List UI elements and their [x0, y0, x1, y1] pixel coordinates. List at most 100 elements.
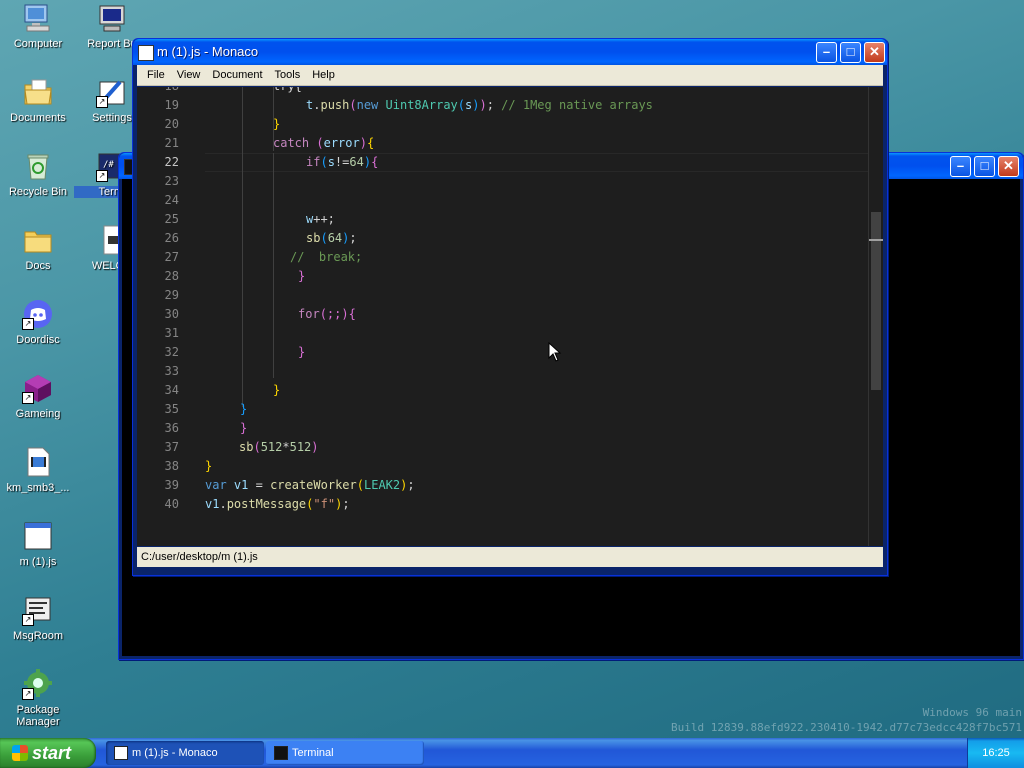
- code-text: }: [240, 402, 248, 416]
- line-number: 23: [164, 174, 179, 188]
- code-line: 37 sb(512*512): [137, 438, 869, 457]
- line-number: 33: [164, 364, 179, 378]
- line-number: 26: [164, 231, 179, 245]
- menu-view[interactable]: View: [171, 69, 207, 81]
- desktop-icon-recycle-bin[interactable]: Recycle Bin: [0, 150, 76, 198]
- code-text: }: [298, 345, 306, 359]
- folder-icon: [22, 224, 54, 256]
- desktop-icon-m1js[interactable]: m (1).js: [0, 520, 76, 568]
- close-button[interactable]: ✕: [998, 156, 1019, 177]
- line-number: 25: [164, 212, 179, 226]
- minimize-button[interactable]: –: [950, 156, 971, 177]
- taskbar-item-terminal[interactable]: Terminal: [266, 741, 424, 765]
- desktop-icon-msgroom[interactable]: ↗ MsgRoom: [0, 594, 76, 642]
- menu-bar: File View Document Tools Help: [137, 65, 883, 86]
- desktop-icon-label: MsgRoom: [12, 630, 64, 642]
- code-text: }: [205, 459, 213, 473]
- desktop-icon-label: Package Manager: [16, 704, 60, 728]
- code-line: 23: [137, 172, 869, 191]
- desktop-icon-gameing[interactable]: ↗ Gameing: [0, 372, 76, 420]
- line-number: 19: [164, 98, 179, 112]
- desktop-icon-label: Recycle Bin: [8, 186, 68, 198]
- desktop-icon-docs[interactable]: Docs: [0, 224, 76, 272]
- line-number: 22: [164, 155, 179, 169]
- editor-vertical-scrollbar[interactable]: [868, 87, 883, 546]
- menu-help[interactable]: Help: [306, 69, 341, 81]
- code-text: var v1 = createWorker(LEAK2);: [205, 478, 415, 492]
- line-number: 32: [164, 345, 179, 359]
- editor-window[interactable]: m (1).js - Monaco – □ ✕ File View Docume…: [132, 38, 888, 576]
- line-number: 20: [164, 117, 179, 131]
- report-bug-icon: [96, 2, 128, 34]
- shortcut-arrow-icon: ↗: [22, 318, 34, 330]
- code-line: 18 try{: [137, 87, 869, 96]
- svg-text:/#: /#: [103, 160, 114, 170]
- desktop-icon-package-manager[interactable]: ↗ Package Manager: [0, 668, 76, 728]
- maximize-button[interactable]: □: [840, 42, 861, 63]
- taskbar: start m (1).js - Monaco Terminal 16:25: [0, 738, 1024, 768]
- code-line: 32 }: [137, 343, 869, 362]
- line-number: 27: [164, 250, 179, 264]
- package-manager-icon: ↗: [22, 668, 54, 700]
- minimize-button[interactable]: –: [816, 42, 837, 63]
- code-text: sb(512*512): [239, 440, 319, 454]
- shortcut-arrow-icon: ↗: [96, 96, 108, 108]
- settings-icon: ↗: [96, 76, 128, 108]
- start-logo-icon: [12, 745, 28, 761]
- discord-icon: ↗: [22, 298, 54, 330]
- shortcut-arrow-icon: ↗: [22, 614, 34, 626]
- desktop-icon-doordisc[interactable]: ↗ Doordisc: [0, 298, 76, 346]
- clock[interactable]: 16:25: [982, 747, 1010, 759]
- desktop-icon-label: Docs: [25, 260, 51, 272]
- taskbar-item-editor[interactable]: m (1).js - Monaco: [106, 741, 264, 765]
- status-bar: C:/user/desktop/m (1).js: [137, 547, 883, 567]
- maximize-button[interactable]: □: [974, 156, 995, 177]
- start-label: start: [32, 743, 72, 763]
- code-line: 30 for(;;){: [137, 305, 869, 324]
- desktop-icon-documents[interactable]: Documents: [0, 76, 76, 124]
- shortcut-arrow-icon: ↗: [96, 170, 108, 182]
- code-line: 29: [137, 286, 869, 305]
- shortcut-arrow-icon: ↗: [22, 688, 34, 700]
- line-number: 36: [164, 421, 179, 435]
- menu-tools[interactable]: Tools: [269, 69, 307, 81]
- editor-window-icon: [114, 746, 128, 760]
- code-text: sb(64);: [306, 231, 357, 245]
- code-line: 39 var v1 = createWorker(LEAK2);: [137, 476, 869, 495]
- code-line: 35 }: [137, 400, 869, 419]
- file-path: C:/user/desktop/m (1).js: [141, 551, 258, 563]
- code-line: 22 if(s!=64){: [137, 153, 869, 172]
- code-editor[interactable]: 18 try{ 19 t.push(new Uint8Array(s)); //…: [137, 87, 883, 546]
- menu-file[interactable]: File: [141, 69, 171, 81]
- code-line: 24: [137, 191, 869, 210]
- line-number: 28: [164, 269, 179, 283]
- line-number: 34: [164, 383, 179, 397]
- video-file-icon: [22, 446, 54, 478]
- code-text: w++;: [306, 212, 335, 226]
- code-line: 26 sb(64);: [137, 229, 869, 248]
- desktop-icon-label: Gameing: [15, 408, 61, 420]
- desktop-icon-label: km_smb3_...: [6, 482, 70, 494]
- line-number: 24: [164, 193, 179, 207]
- code-text: v1.postMessage("f");: [205, 497, 350, 511]
- line-number: 40: [164, 497, 179, 511]
- line-number: 39: [164, 478, 179, 492]
- code-line: 21 catch (error){: [137, 134, 869, 153]
- menu-document[interactable]: Document: [206, 69, 268, 81]
- js-file-icon: [22, 520, 54, 552]
- close-button[interactable]: ✕: [864, 42, 885, 63]
- desktop-icon-label: Computer: [13, 38, 63, 50]
- desktop-icon-computer[interactable]: Computer: [0, 2, 76, 50]
- line-number: 31: [164, 326, 179, 340]
- msgroom-icon: ↗: [22, 594, 54, 626]
- code-text: }: [273, 117, 281, 131]
- code-line: 31: [137, 324, 869, 343]
- code-line: 19 t.push(new Uint8Array(s)); // 1Meg na…: [137, 96, 869, 115]
- editor-titlebar[interactable]: m (1).js - Monaco – □ ✕: [133, 39, 887, 65]
- start-button[interactable]: start: [0, 738, 96, 768]
- cursor-position-marker: [869, 239, 883, 241]
- desktop-icon-km-smb3[interactable]: km_smb3_...: [0, 446, 76, 494]
- taskbar-item-label: m (1).js - Monaco: [132, 747, 218, 759]
- code-line: 27 // break;: [137, 248, 869, 267]
- desktop-icon-label: m (1).js: [19, 556, 57, 568]
